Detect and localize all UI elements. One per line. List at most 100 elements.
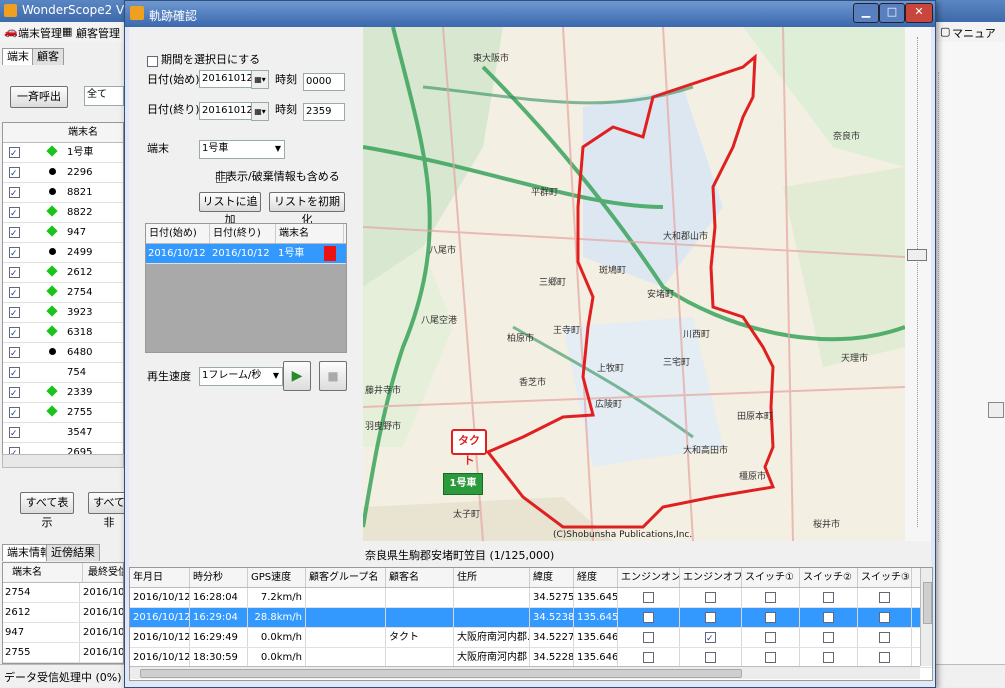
flag-checkbox[interactable] xyxy=(705,591,716,603)
table-row[interactable]: 3547 xyxy=(3,423,123,443)
results-header-cell[interactable]: スイッチ③ xyxy=(858,568,912,587)
table-row[interactable]: 2339 xyxy=(3,383,123,403)
row-checkbox[interactable] xyxy=(9,385,20,402)
speed-select[interactable]: 1フレーム/秒 ▼ xyxy=(199,367,283,386)
results-header-cell[interactable]: スイッチ② xyxy=(800,568,858,587)
row-checkbox[interactable] xyxy=(9,325,20,342)
flag-checkbox[interactable] xyxy=(765,591,776,603)
results-header-cell[interactable]: 経度 xyxy=(574,568,618,587)
calendar-icon[interactable]: ▦▾ xyxy=(251,70,269,89)
flag-checkbox[interactable] xyxy=(765,611,776,623)
table-row[interactable]: 6318 xyxy=(3,323,123,343)
show-all-button[interactable]: すべて表示 xyxy=(20,492,74,529)
row-checkbox[interactable] xyxy=(9,185,20,202)
table-row[interactable]: 2296 xyxy=(3,163,123,183)
table-row[interactable]: 754 xyxy=(3,363,123,383)
scrollbar-thumb[interactable] xyxy=(140,669,742,678)
row-checkbox[interactable] xyxy=(9,425,20,442)
table-row[interactable]: 2016/10/12 16:29:49 0.0km/h タクト 大阪府南河内郡... 34… xyxy=(130,628,932,648)
table-row[interactable]: 2016/10/1216:28:047.2km/h 34.52755...135.… xyxy=(130,588,932,608)
flag-checkbox[interactable] xyxy=(705,611,716,623)
row-checkbox[interactable] xyxy=(9,285,20,302)
results-header-cell[interactable]: エンジンオン xyxy=(618,568,680,587)
row-checkbox[interactable] xyxy=(9,265,20,282)
flag-checkbox[interactable] xyxy=(879,651,890,663)
results-header-cell[interactable]: スイッチ① xyxy=(742,568,800,587)
results-header-cell[interactable]: 年月日 xyxy=(130,568,190,587)
row-checkbox[interactable] xyxy=(9,205,20,222)
vertical-scrollbar[interactable] xyxy=(920,568,932,666)
flag-checkbox[interactable] xyxy=(765,631,776,643)
results-header-cell[interactable]: エンジンオフ xyxy=(680,568,742,587)
end-date-input[interactable]: 20161012 xyxy=(199,102,253,120)
horizontal-scrollbar[interactable] xyxy=(130,666,920,679)
flag-checkbox[interactable] xyxy=(879,631,890,643)
flag-checkbox[interactable] xyxy=(765,651,776,663)
add-to-list-button[interactable]: リストに追加 xyxy=(199,192,261,226)
list-item[interactable]: 2016/10/12 2016/10/12 1号車 xyxy=(146,244,346,264)
menu-customer-management[interactable]: 顧客管理 xyxy=(76,25,120,41)
init-list-button[interactable]: リストを初期化 xyxy=(269,192,345,226)
table-row[interactable]: 1号車 xyxy=(3,143,123,163)
end-time-input[interactable]: 2359 xyxy=(303,103,345,121)
row-checkbox[interactable] xyxy=(9,305,20,322)
map-view[interactable]: 東大阪市 大和郡山市 奈良市 天理市 柏原市 香芝市 羽曳野市 藤井寺市 八尾空… xyxy=(363,27,905,541)
terminal-select[interactable]: 1号車 ▼ xyxy=(199,140,285,159)
table-row[interactable]: 947 xyxy=(3,223,123,243)
table-row[interactable]: 2016/10/1218:30:590.0km/h 大阪府南河内郡34.52283… xyxy=(130,648,932,668)
table-row[interactable]: 2016/10/1216:29:0428.8km/h 34.52384...135… xyxy=(130,608,932,628)
flag-checkbox[interactable] xyxy=(705,651,716,663)
row-checkbox[interactable] xyxy=(9,405,20,422)
flag-checkbox[interactable] xyxy=(823,651,834,663)
table-row[interactable]: 9472016/10/1 xyxy=(3,623,123,643)
maximize-button[interactable]: □ xyxy=(879,3,905,23)
start-time-input[interactable]: 0000 xyxy=(303,73,345,91)
tab-nearby-results[interactable]: 近傍結果 xyxy=(46,544,100,561)
tab-customer[interactable]: 顧客 xyxy=(32,48,64,65)
table-row[interactable]: 8822 xyxy=(3,203,123,223)
filter-select[interactable]: 全て xyxy=(84,86,124,106)
close-button[interactable]: ✕ xyxy=(905,3,933,23)
table-row[interactable]: 6480 xyxy=(3,343,123,363)
tab-terminal[interactable]: 端末 xyxy=(2,48,34,65)
results-header-cell[interactable]: 顧客名 xyxy=(386,568,454,587)
row-checkbox[interactable] xyxy=(9,345,20,362)
scrollbar-thumb[interactable] xyxy=(923,582,932,624)
flag-checkbox[interactable] xyxy=(643,631,654,643)
menu-terminal-management[interactable]: 端末管理 xyxy=(18,25,62,41)
minimize-button[interactable]: ▁ xyxy=(853,3,879,23)
flag-checkbox[interactable] xyxy=(823,631,834,643)
vehicle-marker[interactable]: 1号車 xyxy=(443,473,483,495)
track-color-swatch[interactable] xyxy=(324,246,336,261)
row-checkbox[interactable] xyxy=(9,225,20,242)
flag-checkbox[interactable] xyxy=(643,591,654,603)
results-header-cell[interactable]: 顧客グループ名 xyxy=(306,568,386,587)
horizontal-scrollbar[interactable] xyxy=(2,454,124,468)
table-row[interactable]: 2499 xyxy=(3,243,123,263)
call-all-button[interactable]: 一斉呼出 xyxy=(10,86,68,108)
table-row[interactable]: 27542016/10/1 xyxy=(3,583,123,603)
table-row[interactable]: 8821 xyxy=(3,183,123,203)
results-header-cell[interactable]: 住所 xyxy=(454,568,530,587)
flag-checkbox[interactable] xyxy=(643,611,654,623)
table-row[interactable]: 3923 xyxy=(3,303,123,323)
slider-handle[interactable] xyxy=(988,402,1004,418)
calendar-icon[interactable]: ▦▾ xyxy=(251,102,269,121)
play-button[interactable]: ▶ xyxy=(283,361,311,391)
customer-marker[interactable]: タクト xyxy=(451,429,487,467)
flag-checkbox[interactable] xyxy=(823,591,834,603)
flag-checkbox[interactable] xyxy=(823,611,834,623)
table-row[interactable]: 27552016/10/1 xyxy=(3,643,123,663)
flag-checkbox[interactable] xyxy=(643,651,654,663)
stop-button[interactable]: ■ xyxy=(319,361,347,391)
zoom-slider-handle[interactable] xyxy=(907,249,927,261)
table-row[interactable]: 2755 xyxy=(3,403,123,423)
table-row[interactable]: 2754 xyxy=(3,283,123,303)
flag-checkbox[interactable] xyxy=(879,591,890,603)
row-checkbox[interactable] xyxy=(9,365,20,382)
row-checkbox[interactable] xyxy=(9,145,20,162)
table-row[interactable]: 2612 xyxy=(3,263,123,283)
flag-checkbox[interactable] xyxy=(705,630,716,647)
row-checkbox[interactable] xyxy=(9,245,20,262)
results-header-cell[interactable]: 緯度 xyxy=(530,568,574,587)
